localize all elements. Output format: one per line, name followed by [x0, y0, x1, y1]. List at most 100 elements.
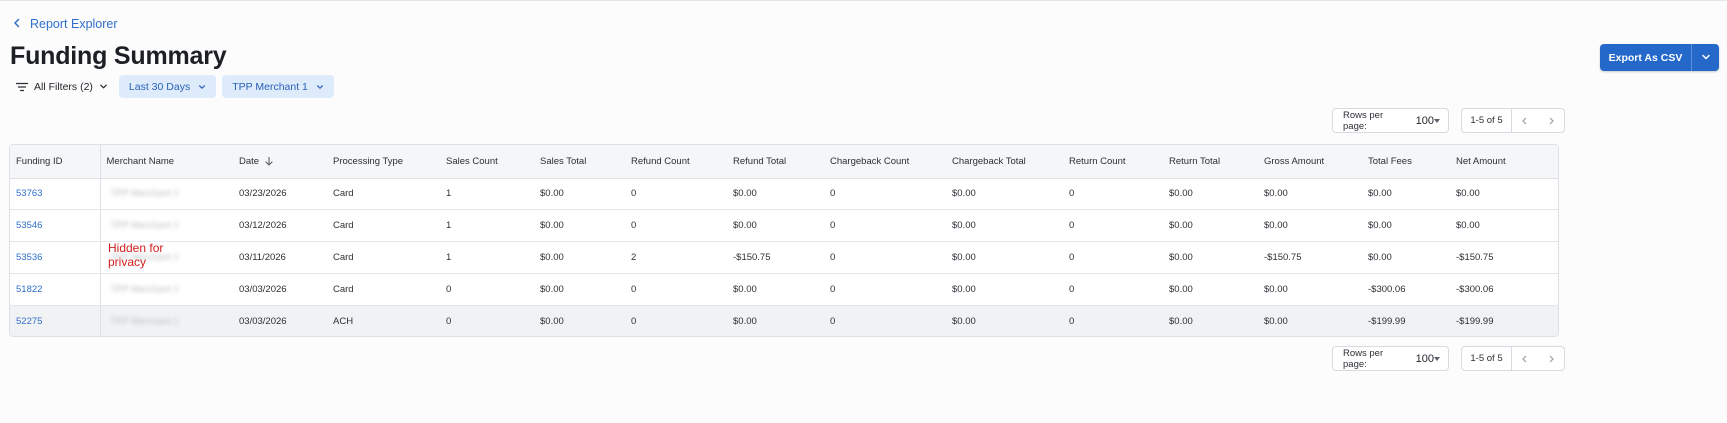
cell-chargeback-count: 0 [824, 273, 946, 306]
table-row[interactable]: 53763 TPP Merchant 1 03/23/2026 Card 1 $0.00 0… [10, 178, 1558, 211]
page-navigation: 1-5 of 5 [1461, 108, 1565, 133]
column-header[interactable]: Return Count [1063, 145, 1163, 179]
cell-refund-count: 0 [625, 273, 727, 306]
column-header[interactable]: Refund Total [727, 145, 824, 179]
cell-funding-id[interactable]: 52275 [10, 305, 101, 336]
filter-chip-label: TPP Merchant 1 [232, 80, 308, 93]
cell-sales-total: $0.00 [540, 315, 564, 327]
cell-total-fees: -$199.99 [1368, 315, 1406, 327]
cell-net-amount: $0.00 [1450, 209, 1543, 243]
cell-net-amount: -$150.75 [1450, 241, 1543, 274]
cell-funding-id[interactable]: 53763 [10, 178, 101, 211]
cell-chargeback-total: $0.00 [946, 209, 1063, 243]
table-row[interactable]: 51822 TPP Merchant 1 03/03/2026 Card 0 $0.00 0… [10, 273, 1558, 306]
column-header[interactable]: Chargeback Count [824, 145, 946, 179]
cell-merchant-name: TPP Merchant 1 [100, 209, 233, 243]
cell-processing-type: Card [327, 209, 440, 243]
cell-refund-total: $0.00 [727, 273, 824, 306]
merchant-name-redacted: TPP Merchant 1 [110, 315, 179, 327]
cell-refund-total: $0.00 [727, 209, 824, 243]
chevron-left-icon [1522, 355, 1527, 362]
column-header[interactable]: Return Total [1163, 145, 1258, 179]
cell-total-fees: -$300.06 [1362, 273, 1450, 306]
all-filters-button[interactable]: All Filters (2) [16, 81, 108, 93]
top-divider [0, 0, 1727, 2]
cell-return-total: $0.00 [1163, 273, 1258, 306]
merchant-name-redacted: TPP Merchant 1 [110, 283, 179, 295]
cell-total-fees: $0.00 [1362, 209, 1450, 243]
column-header[interactable]: Processing Type [327, 145, 440, 179]
cell-date: 03/03/2026 [233, 273, 327, 306]
export-options-button[interactable] [1692, 44, 1719, 71]
chevron-right-icon [1549, 117, 1554, 124]
cell-chargeback-total: $0.00 [952, 315, 976, 327]
cell-spacer [1543, 241, 1558, 274]
cell-gross-amount: $0.00 [1258, 209, 1362, 243]
back-link[interactable]: Report Explorer [12, 17, 118, 31]
cell-gross-amount: $0.00 [1258, 178, 1362, 211]
prev-page-button[interactable] [1512, 109, 1538, 132]
rows-per-page-value: 100 [1415, 352, 1434, 365]
cell-chargeback-count: 0 [824, 241, 946, 274]
cell-gross-amount: $0.00 [1264, 315, 1288, 327]
all-filters-label: All Filters (2) [34, 80, 93, 93]
cell-refund-count: 0 [625, 209, 727, 243]
cell-gross-amount: -$150.75 [1258, 241, 1362, 274]
chevron-down-icon [316, 83, 324, 91]
cell-chargeback-total: $0.00 [946, 241, 1063, 274]
column-header[interactable]: Sales Count [440, 145, 534, 179]
filter-chip-merchant[interactable]: TPP Merchant 1 [222, 75, 334, 98]
table-row[interactable]: 53536 TPP Merchant 1 03/11/2026 Card 1 $0.00 2… [10, 241, 1558, 274]
cell-funding-id[interactable]: 53546 [10, 209, 101, 243]
cell-sales-count: 1 [440, 241, 534, 274]
cell-sales-count: 0 [440, 273, 534, 306]
column-header[interactable]: Merchant Name [100, 145, 233, 179]
table-row[interactable]: 53546 TPP Merchant 1 03/12/2026 Card 1 $0.00 0… [10, 209, 1558, 243]
cell-return-count: 0 [1069, 315, 1075, 327]
cell-funding-id[interactable]: 51822 [10, 273, 101, 306]
export-button-group: Export As CSV [1600, 44, 1719, 71]
column-header[interactable]: Sales Total [534, 145, 625, 179]
column-header[interactable]: Gross Amount [1258, 145, 1362, 179]
cell-return-count: 0 [1063, 209, 1163, 243]
column-header-spacer [1543, 145, 1558, 179]
cell-sales-total: $0.00 [534, 178, 625, 211]
export-csv-button[interactable]: Export As CSV [1600, 44, 1692, 71]
filter-chip-date-range[interactable]: Last 30 Days [118, 75, 217, 98]
prev-page-button[interactable] [1512, 347, 1538, 370]
column-header[interactable]: Net Amount [1450, 145, 1543, 179]
column-header[interactable]: Refund Count [625, 145, 727, 179]
rows-per-page-select[interactable]: Rows per page: 100 [1332, 108, 1449, 133]
page-range: 1-5 of 5 [1462, 347, 1512, 370]
rows-per-page-label: Rows per page: [1343, 347, 1384, 370]
column-header[interactable]: Funding ID [10, 145, 101, 179]
rows-per-page-select[interactable]: Rows per page: 100 [1332, 346, 1449, 371]
cell-return-total: $0.00 [1163, 209, 1258, 243]
table-row[interactable]: 52275 TPP Merchant 1 03/03/2026 ACH 0 $0.00 0 $… [10, 305, 1558, 336]
cell-return-total: $0.00 [1163, 178, 1258, 211]
cell-date: 03/23/2026 [233, 178, 327, 211]
column-header[interactable]: Total Fees [1362, 145, 1450, 179]
rows-per-page-value: 100 [1415, 114, 1434, 127]
cell-sales-total: $0.00 [534, 209, 625, 243]
cell-spacer [1543, 273, 1558, 306]
cell-date: 03/03/2026 [239, 315, 287, 327]
caret-down-icon [1434, 118, 1440, 123]
chevron-left-icon [1522, 117, 1527, 124]
column-header[interactable]: Chargeback Total [946, 145, 1063, 179]
column-header-date[interactable]: Date [233, 145, 327, 179]
cell-date: 03/11/2026 [233, 241, 327, 274]
cell-chargeback-count: 0 [824, 209, 946, 243]
cell-net-amount: $0.00 [1450, 178, 1543, 211]
back-link-label: Report Explorer [30, 17, 118, 31]
next-page-button[interactable] [1538, 347, 1564, 370]
cell-return-total: $0.00 [1163, 241, 1258, 274]
cell-net-amount: -$199.99 [1456, 315, 1494, 327]
rows-per-page-label: Rows per page: [1343, 109, 1384, 132]
chevron-down-icon [198, 83, 206, 91]
cell-merchant-name: TPP Merchant 1 [100, 273, 233, 306]
cell-total-fees: $0.00 [1362, 178, 1450, 211]
next-page-button[interactable] [1538, 109, 1564, 132]
cell-funding-id[interactable]: 53536 [10, 241, 101, 274]
cell-chargeback-total: $0.00 [946, 178, 1063, 211]
